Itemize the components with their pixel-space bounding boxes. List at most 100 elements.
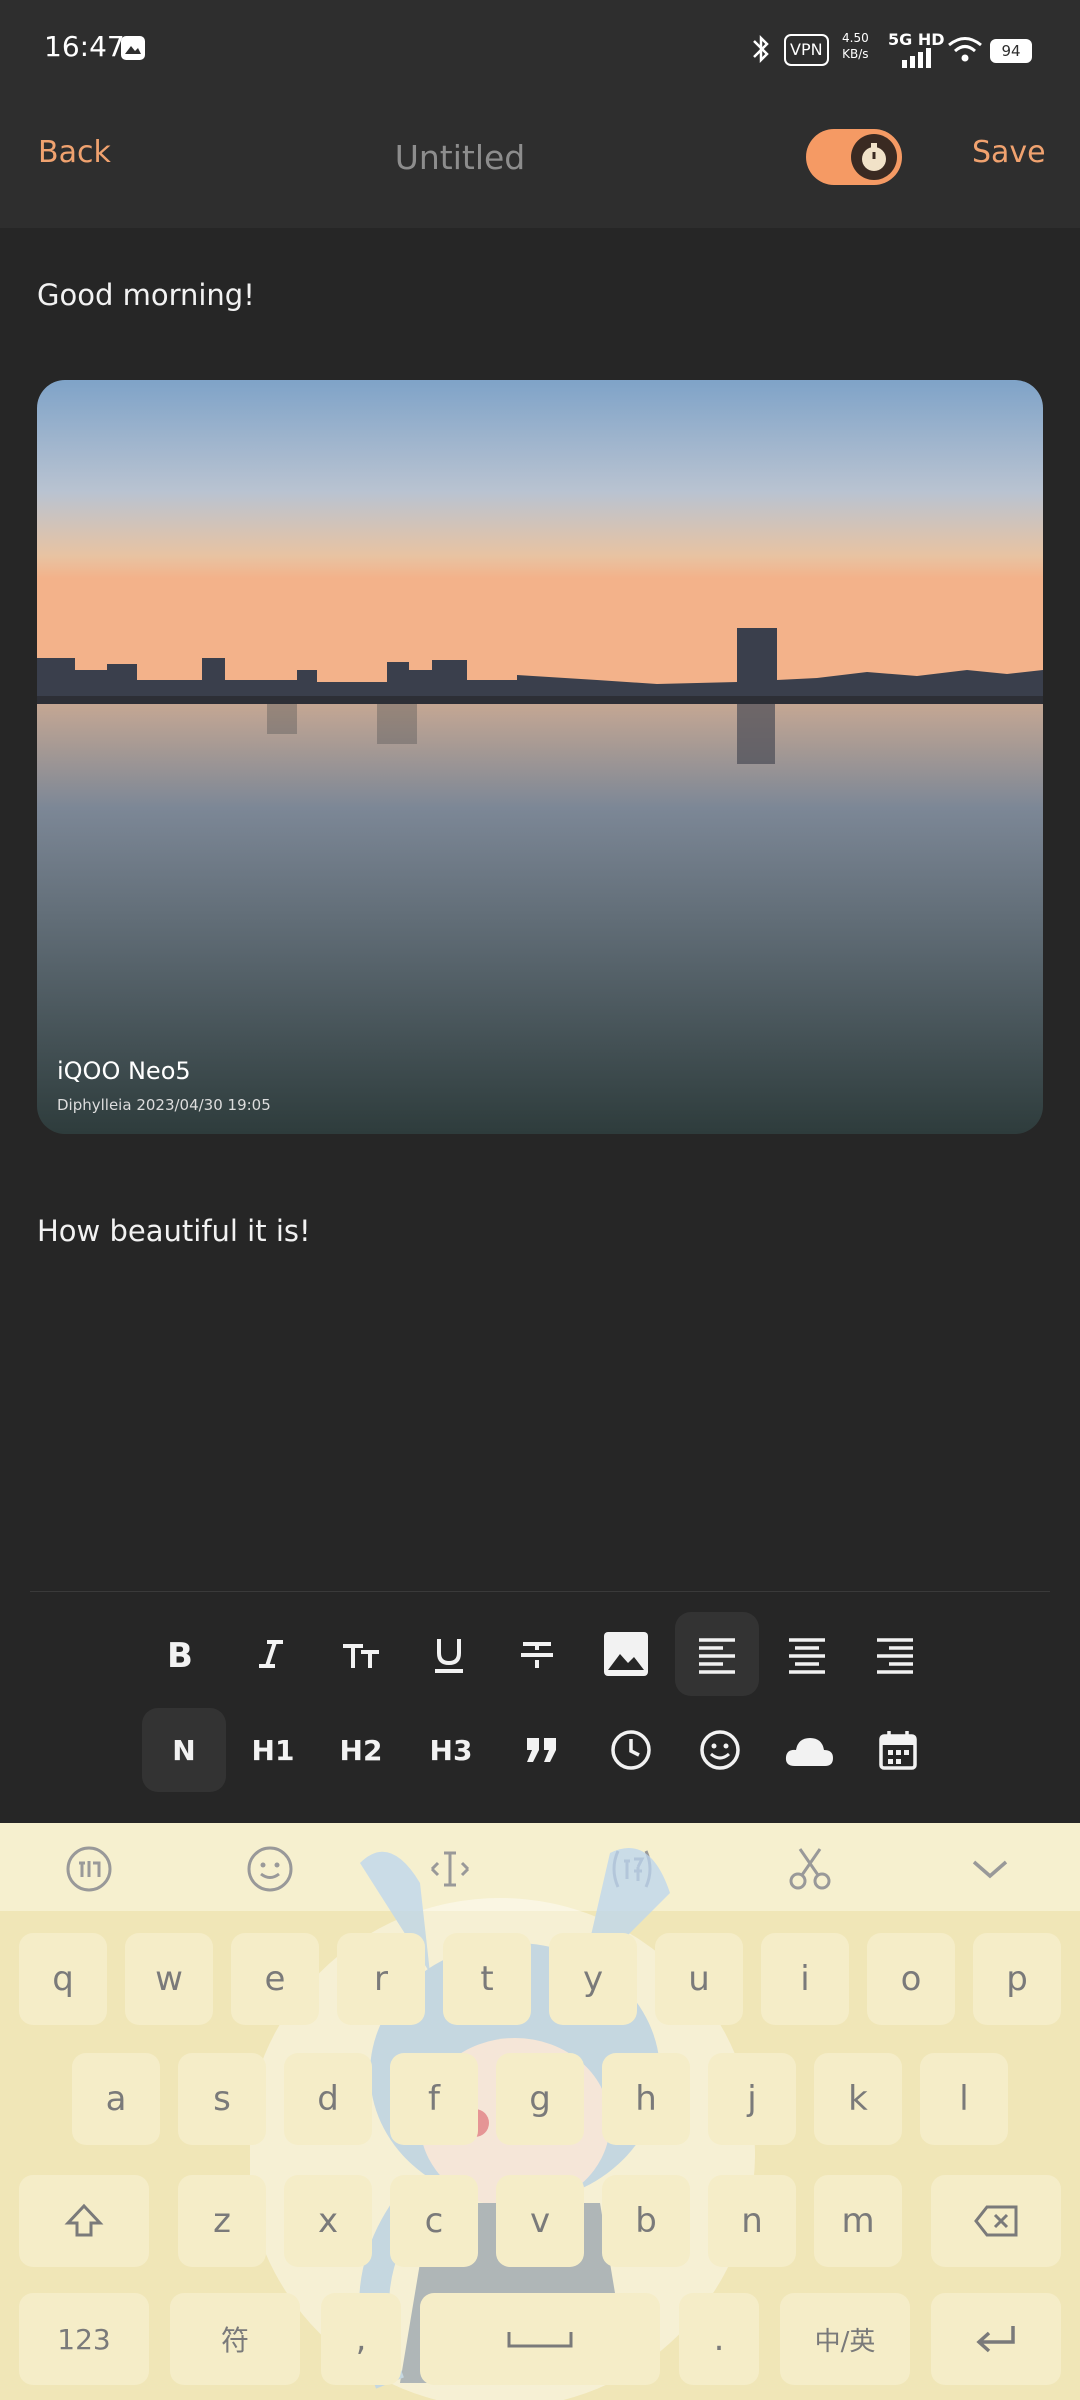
space-key[interactable] xyxy=(420,2293,660,2385)
key-y[interactable]: y xyxy=(549,1933,637,2025)
quote-button[interactable] xyxy=(500,1708,584,1792)
key-u[interactable]: u xyxy=(655,1933,743,2025)
key-d[interactable]: d xyxy=(284,2053,372,2145)
toolbar-divider xyxy=(30,1591,1050,1592)
key-e[interactable]: e xyxy=(231,1933,319,2025)
key-r[interactable]: r xyxy=(337,1933,425,2025)
editor-paragraph-1[interactable]: Good morning! xyxy=(37,278,255,312)
key-s[interactable]: s xyxy=(178,2053,266,2145)
normal-text-label: N xyxy=(172,1733,196,1767)
editor-paragraph-2[interactable]: How beautiful it is! xyxy=(37,1214,311,1248)
align-center-button[interactable] xyxy=(765,1612,849,1696)
key-c[interactable]: c xyxy=(390,2175,478,2267)
bold-icon: B xyxy=(167,1636,193,1674)
status-time: 16:47 xyxy=(44,30,125,63)
key-o[interactable]: o xyxy=(867,1933,955,2025)
wifi-icon xyxy=(948,37,982,62)
save-button[interactable]: Save xyxy=(972,135,1046,170)
scissors-icon xyxy=(789,1848,831,1890)
soft-keyboard: q w e r t y u i o p a s d f g h j k l z … xyxy=(0,1823,1080,2400)
insert-image-button[interactable] xyxy=(584,1612,668,1696)
strikethrough-button[interactable] xyxy=(495,1612,579,1696)
heading1-button[interactable]: H1 xyxy=(231,1708,315,1792)
hide-keyboard-button[interactable] xyxy=(966,1845,1014,1893)
clipboard-cut-button[interactable] xyxy=(786,1845,834,1893)
photo-watermark-title: iQOO Neo5 xyxy=(57,1057,191,1085)
comma-key[interactable]: , xyxy=(321,2293,401,2385)
key-a[interactable]: a xyxy=(72,2053,160,2145)
text-size-button[interactable] xyxy=(319,1612,403,1696)
key-i[interactable]: i xyxy=(761,1933,849,2025)
timer-toggle[interactable] xyxy=(806,129,902,185)
network-speed-value: 4.50 xyxy=(842,31,869,45)
enter-icon xyxy=(976,2326,1015,2353)
heading2-button[interactable]: H2 xyxy=(319,1708,403,1792)
heading3-button[interactable]: H3 xyxy=(409,1708,493,1792)
numbers-key[interactable]: 123 xyxy=(19,2293,149,2385)
shift-key[interactable] xyxy=(19,2175,149,2267)
enter-key[interactable] xyxy=(931,2293,1061,2385)
battery-indicator: 94 xyxy=(990,39,1032,63)
key-v[interactable]: v xyxy=(496,2175,584,2267)
image-icon xyxy=(604,1632,648,1676)
normal-text-button[interactable]: N xyxy=(142,1708,226,1792)
lake-sunset-image xyxy=(37,380,1043,1134)
key-n[interactable]: n xyxy=(708,2175,796,2267)
insert-time-button[interactable] xyxy=(589,1708,673,1792)
photo-watermark-subtitle: Diphylleia 2023/04/30 19:05 xyxy=(57,1096,271,1114)
key-m[interactable]: m xyxy=(814,2175,902,2267)
align-left-button[interactable] xyxy=(675,1612,759,1696)
svg-text:B: B xyxy=(167,1636,193,1674)
key-w[interactable]: w xyxy=(125,1933,213,2025)
ime-logo-icon xyxy=(66,1846,112,1892)
align-left-icon xyxy=(699,1638,735,1674)
align-right-icon xyxy=(877,1638,913,1674)
language-switch-key[interactable]: 中/英 xyxy=(780,2293,910,2385)
calendar-icon xyxy=(879,1731,917,1770)
heading1-label: H1 xyxy=(251,1733,295,1767)
emoji-button[interactable] xyxy=(678,1708,762,1792)
quote-icon xyxy=(527,1738,556,1762)
period-key[interactable]: . xyxy=(679,2293,759,2385)
italic-button[interactable] xyxy=(229,1612,313,1696)
key-x[interactable]: x xyxy=(284,2175,372,2267)
key-f[interactable]: f xyxy=(390,2053,478,2145)
key-b[interactable]: b xyxy=(602,2175,690,2267)
status-bar: 16:47 VPN 4.50 KB/s 5G HD 94 xyxy=(0,0,1080,100)
network-type: 5G HD xyxy=(888,30,945,49)
text-size-icon xyxy=(343,1644,379,1668)
key-j[interactable]: j xyxy=(708,2053,796,2145)
underline-button[interactable] xyxy=(407,1612,491,1696)
heading2-label: H2 xyxy=(339,1733,383,1767)
network-speed-unit: KB/s xyxy=(842,47,869,61)
bluetooth-icon xyxy=(753,34,769,64)
vpn-badge: VPN xyxy=(784,34,829,66)
key-g[interactable]: g xyxy=(496,2053,584,2145)
smiley-icon xyxy=(700,1730,740,1770)
heading3-label: H3 xyxy=(429,1733,473,1767)
key-h[interactable]: h xyxy=(602,2053,690,2145)
key-l[interactable]: l xyxy=(920,2053,1008,2145)
key-q[interactable]: q xyxy=(19,1933,107,2025)
key-k[interactable]: k xyxy=(814,2053,902,2145)
align-center-icon xyxy=(789,1638,825,1674)
insert-date-button[interactable] xyxy=(856,1708,940,1792)
key-z[interactable]: z xyxy=(178,2175,266,2267)
ime-logo-button[interactable] xyxy=(65,1845,113,1893)
network-speed: 4.50 KB/s xyxy=(842,30,869,62)
note-title[interactable]: Untitled xyxy=(0,138,920,177)
gallery-notification-icon xyxy=(121,36,145,60)
key-p[interactable]: p xyxy=(973,1933,1061,2025)
chevron-down-icon xyxy=(972,1860,1008,1879)
backspace-key[interactable] xyxy=(931,2175,1061,2267)
embedded-photo[interactable]: iQOO Neo5 Diphylleia 2023/04/30 19:05 xyxy=(37,380,1043,1134)
space-bar-icon xyxy=(507,2332,573,2348)
bold-button[interactable]: B xyxy=(139,1612,223,1696)
shift-icon xyxy=(64,2203,104,2237)
weather-button[interactable] xyxy=(767,1708,851,1792)
key-t[interactable]: t xyxy=(443,1933,531,2025)
align-right-button[interactable] xyxy=(853,1612,937,1696)
top-bar: 16:47 VPN 4.50 KB/s 5G HD 94 Back Untitl… xyxy=(0,0,1080,228)
stopwatch-icon xyxy=(851,134,897,180)
symbols-key[interactable]: 符 xyxy=(170,2293,300,2385)
